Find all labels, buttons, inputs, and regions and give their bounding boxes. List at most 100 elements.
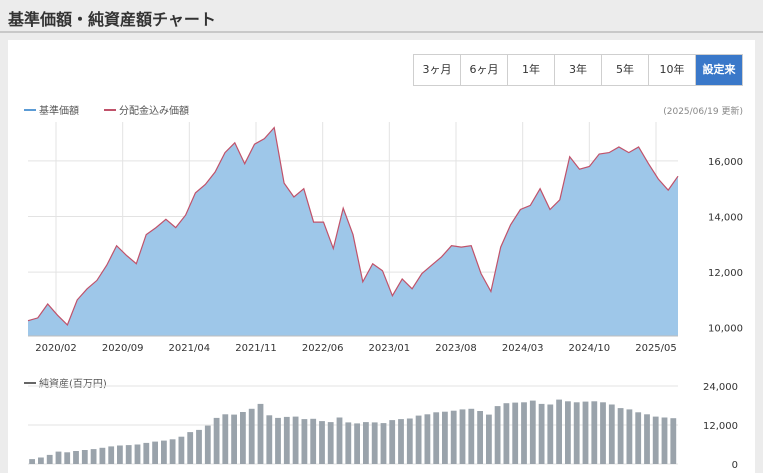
asset-bar — [310, 418, 317, 464]
nav-area — [28, 127, 678, 336]
asset-bar — [529, 400, 536, 464]
asset-bar — [301, 419, 308, 464]
asset-bar — [494, 406, 501, 464]
asset-bar — [503, 403, 510, 464]
x-tick-label: 2021/04 — [169, 343, 211, 354]
bar-y-tick-label: 0 — [732, 460, 738, 471]
title-divider — [0, 31, 763, 33]
asset-bar — [652, 416, 659, 464]
asset-bar — [442, 411, 448, 464]
y-tick-label: 10,000 — [708, 324, 743, 335]
asset-bar — [222, 414, 229, 464]
y-tick-label: 14,000 — [708, 212, 743, 223]
x-tick-label: 2022/06 — [302, 343, 344, 354]
asset-bar — [380, 423, 387, 464]
asset-bar — [29, 459, 35, 464]
x-tick-label: 2020/09 — [102, 343, 144, 354]
asset-bar — [626, 409, 633, 464]
x-tick-label: 2024/03 — [502, 343, 544, 354]
chart-canvas: 基準価額 分配金込み価額 (2025/06/19 更新) 16,000 14,000 12… — [24, 104, 743, 471]
asset-bar — [134, 444, 141, 464]
x-tick-label: 2020/02 — [35, 343, 77, 354]
asset-bar — [283, 416, 290, 464]
asset-bar — [38, 457, 44, 464]
asset-bar — [152, 441, 158, 464]
asset-bar — [240, 412, 246, 464]
asset-bar — [125, 445, 132, 464]
asset-bar — [64, 452, 71, 464]
updated-date: (2025/06/19 更新) — [663, 105, 743, 117]
asset-bar — [143, 442, 150, 464]
asset-bar — [459, 409, 466, 464]
asset-bar — [661, 417, 668, 464]
asset-bar — [99, 447, 106, 465]
legend-assets: 純資産(百万円) — [39, 377, 107, 390]
asset-bar — [46, 454, 53, 464]
bar-y-tick-label: 12,000 — [703, 421, 738, 432]
page-title: 基準価額・純資産額チャート — [8, 10, 216, 29]
asset-bar — [363, 422, 369, 464]
legend-dist: 分配金込み価額 — [119, 104, 189, 117]
asset-bar — [450, 410, 457, 464]
asset-bar — [486, 414, 492, 464]
bar-y-tick-label: 24,000 — [703, 382, 738, 393]
asset-bar — [187, 432, 194, 464]
asset-bar — [248, 408, 255, 465]
y-tick-label: 16,000 — [708, 157, 743, 168]
legend-nav: 基準価額 — [39, 104, 79, 117]
asset-bar — [178, 436, 185, 464]
x-tick-label: 2021/11 — [235, 343, 277, 354]
asset-bar — [327, 422, 334, 464]
asset-bar — [406, 418, 413, 464]
asset-bar — [556, 399, 562, 464]
asset-bar — [538, 403, 545, 464]
asset-bar — [108, 446, 115, 464]
asset-bar — [161, 440, 167, 464]
asset-bar — [117, 445, 123, 464]
asset-bar — [565, 401, 571, 464]
asset-bar — [477, 411, 483, 464]
asset-bar — [398, 419, 404, 464]
asset-bar — [257, 403, 264, 464]
title-bar: 基準価額・純資産額チャート — [0, 0, 763, 34]
asset-bar — [266, 415, 273, 465]
asset-bar — [354, 423, 360, 464]
asset-bar — [213, 417, 220, 464]
asset-bar — [292, 416, 299, 464]
asset-bar — [371, 422, 378, 464]
y-tick-label: 12,000 — [708, 268, 743, 279]
asset-bar — [582, 401, 589, 464]
asset-bar — [319, 421, 325, 464]
asset-bar — [635, 412, 642, 464]
asset-bar — [547, 404, 554, 464]
asset-bar — [644, 414, 650, 464]
asset-bar — [433, 412, 440, 464]
asset-bar — [415, 415, 422, 464]
asset-bar — [73, 451, 79, 464]
x-tick-label: 2025/05 — [635, 343, 677, 354]
asset-bar — [169, 439, 176, 464]
x-tick-label: 2023/08 — [435, 343, 477, 354]
asset-bar — [275, 417, 281, 464]
asset-bar — [608, 404, 615, 464]
asset-bar — [424, 414, 431, 464]
asset-bar — [600, 402, 606, 465]
asset-bar — [81, 450, 88, 464]
asset-bar — [196, 429, 202, 464]
x-tick-label: 2023/01 — [369, 343, 411, 354]
asset-bar — [617, 408, 624, 464]
asset-bar — [512, 402, 519, 464]
asset-bar — [336, 417, 343, 464]
asset-bar — [204, 425, 211, 464]
x-tick-label: 2024/10 — [569, 343, 611, 354]
chart-panel: 3ヶ月 6ヶ月 1年 3年 5年 10年 設定来 基準価額 分配金込み価額 (2025/06/1… — [8, 40, 755, 473]
asset-bar — [345, 422, 352, 464]
asset-bar — [231, 414, 237, 464]
asset-bar — [591, 401, 598, 464]
asset-bar — [55, 451, 62, 464]
asset-bar — [670, 418, 677, 464]
asset-bar — [90, 449, 97, 464]
asset-bar — [573, 402, 580, 465]
asset-bar — [389, 420, 396, 464]
asset-bar — [521, 402, 527, 465]
